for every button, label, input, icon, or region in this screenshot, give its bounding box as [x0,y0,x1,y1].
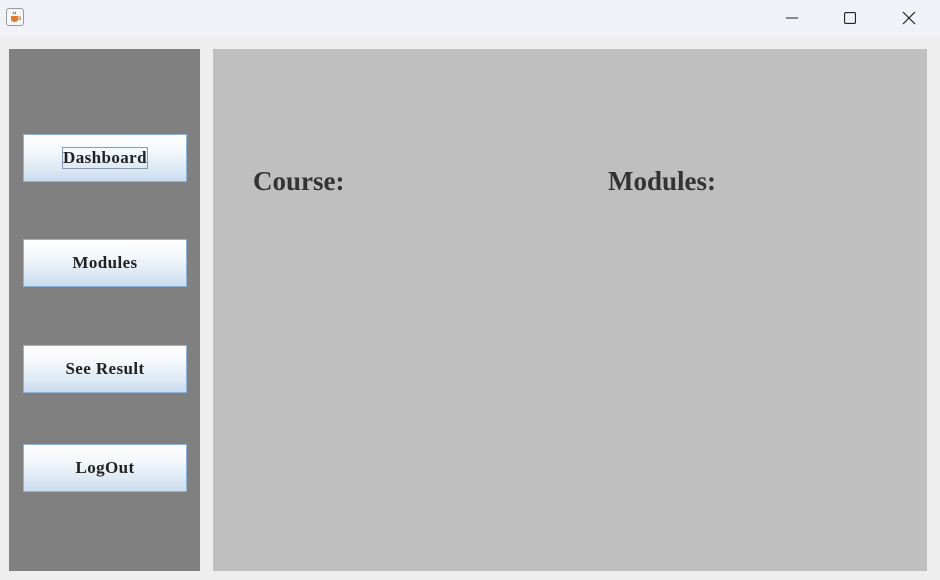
see-result-button[interactable]: See Result [23,345,187,393]
modules-button-label: Modules [72,253,138,272]
dashboard-button-label: Dashboard [62,147,148,169]
title-bar[interactable] [0,0,940,37]
app-window: Dashboard Modules See Result LogOut Cour… [0,0,940,580]
modules-label: Modules: [608,166,716,196]
close-icon [902,11,916,25]
dashboard-button[interactable]: Dashboard [23,134,187,182]
course-label: Course: [253,166,345,196]
minimize-icon [786,17,798,19]
close-button[interactable] [880,0,938,36]
sidebar-panel: Dashboard Modules See Result LogOut [9,49,200,571]
main-content-panel: Course: Modules: [213,49,927,571]
see-result-button-label: See Result [65,359,145,378]
logout-button-label: LogOut [75,458,135,477]
minimize-button[interactable] [763,0,821,36]
java-coffee-icon[interactable] [6,8,24,26]
logout-button[interactable]: LogOut [23,444,187,492]
modules-button[interactable]: Modules [23,239,187,287]
maximize-button[interactable] [821,0,879,36]
maximize-icon [844,12,856,24]
